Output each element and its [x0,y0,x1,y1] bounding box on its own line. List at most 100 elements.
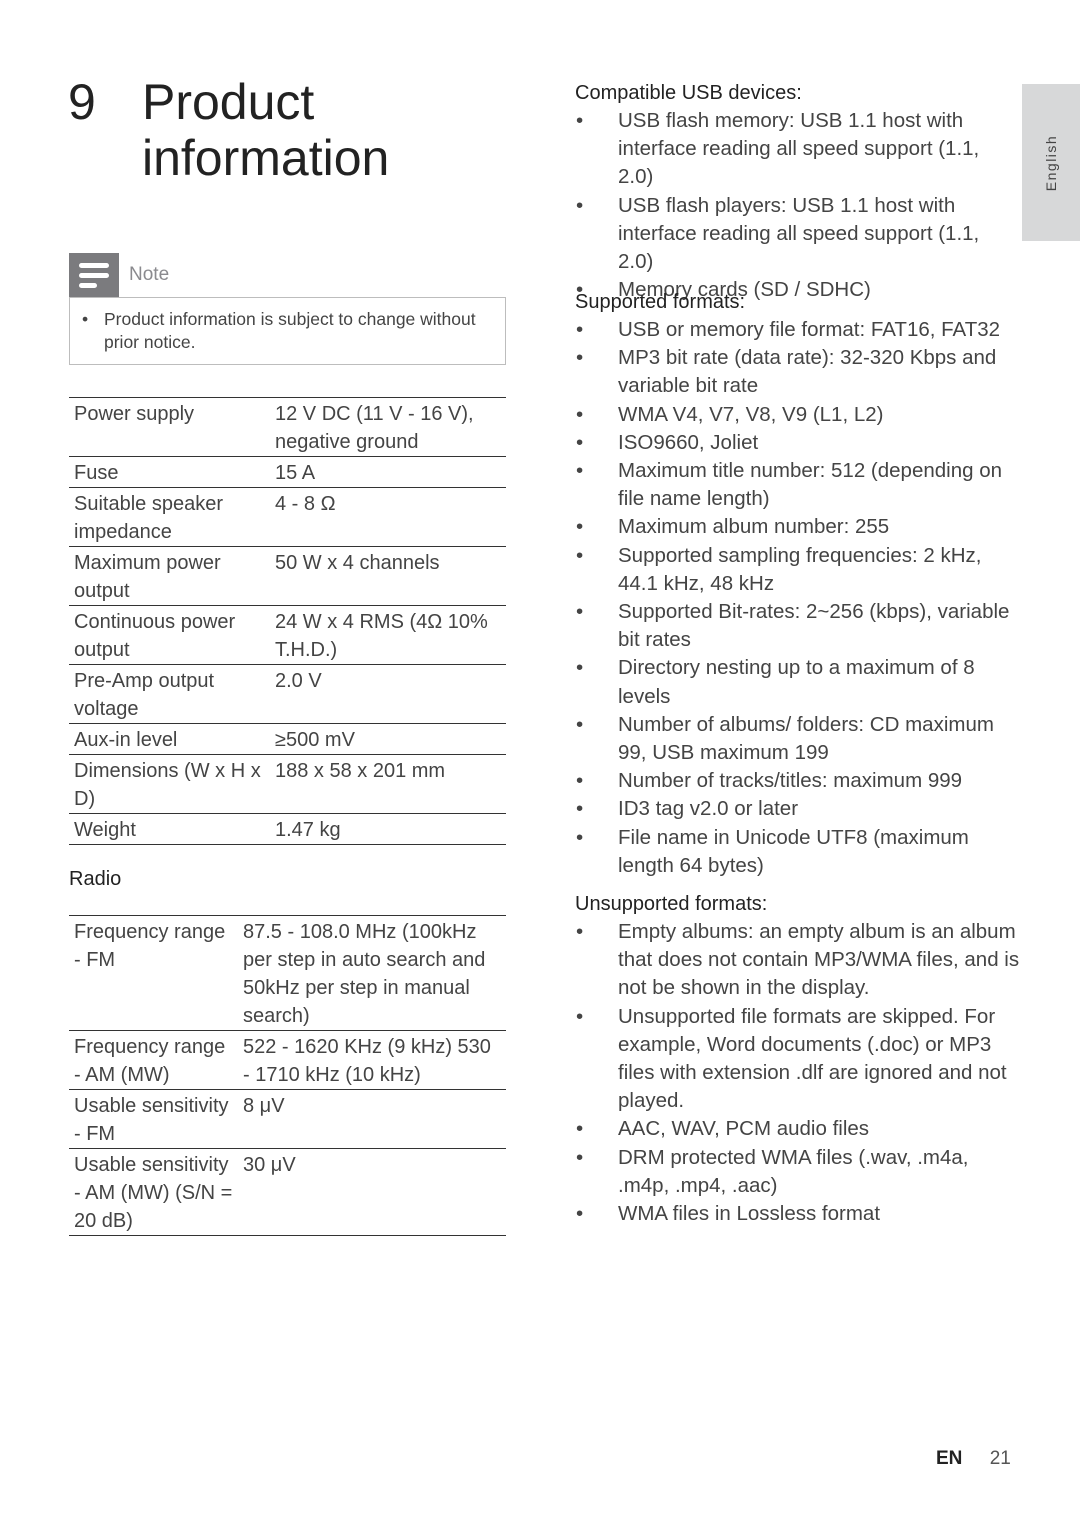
bullet: • [576,920,584,943]
list-item-text: AAC, WAV, PCM audio files [618,1117,870,1141]
note-label: Note [129,264,170,285]
list-item: • WMA files in Lossless format [575,1200,1020,1228]
spec-value: 188 x 58 x 201 mm [270,754,506,814]
list-item-text: Number of tracks/titles: maximum 999 [618,769,963,793]
spec-label: Dimensions (W x H x D) [69,754,270,814]
bullet: • [576,193,584,217]
spec-label: Suitable speaker impedance [69,487,270,547]
list-item: • Supported Bit-rates: 2~256 (kbps), vari… [575,598,1020,654]
table-row: Frequency range - FM 87.5 - 108.0 MHz (10… [69,915,506,1031]
footer-language: EN [936,1448,963,1469]
list-item: • Supported sampling frequencies: 2 kHz, … [575,542,1020,598]
bullet: • [576,1004,584,1028]
note-box: Note • Product information is subject to… [69,253,506,365]
bullet: • [576,402,584,426]
bullet-list: • Empty albums: an empty album is an albu… [575,918,1020,1228]
list-item-text: DRM protected WMA files (.wav, .m4a, .m4… [618,1145,969,1197]
general-spec-table: Power supply 12 V DC (11 V - 16 V), negat… [69,397,506,845]
bullet: • [576,1117,584,1141]
bullet: • [576,600,584,624]
list-item: • WMA V4, V7, V8, V9 (L1, L2) [575,401,1020,429]
list-item: • AAC, WAV, PCM audio files [575,1115,1020,1143]
table-row: Weight 1.47 kg [69,813,506,845]
table-row: Frequency range - AM (MW) 522 - 1620 KHz … [69,1030,506,1090]
list-item: • Number of albums/ folders: CD maximum 9… [575,711,1020,767]
table-row: Power supply 12 V DC (11 V - 16 V), negat… [69,397,506,457]
page-number: 21 [989,1448,1011,1469]
language-tab-label: English [1043,134,1059,191]
table-row: Usable sensitivity - FM 8 μV [69,1089,506,1149]
spec-value: 30 μV [238,1148,506,1236]
table-row: Maximum power output 50 W x 4 channels [69,546,506,606]
list-item-text: Maximum title number: 512 (depending on … [618,459,1003,511]
table-row: Aux-in level ≥500 mV [69,723,506,755]
section-heading: Compatible USB devices: [575,82,802,104]
list-item: • Directory nesting up to a maximum of 8 … [575,654,1020,710]
list-item: • DRM protected WMA files (.wav, .m4a, .m… [575,1144,1020,1200]
spec-value: 8 μV [238,1089,506,1149]
spec-label: Fuse [69,456,270,488]
list-item: • ID3 tag v2.0 or later [575,795,1020,823]
list-item-text: Empty albums: an empty album is an album… [618,920,1020,1000]
list-item: • USB flash memory: USB 1.1 host with int… [575,107,1020,192]
list-item: • Maximum title number: 512 (depending on… [575,457,1020,513]
table-row: Fuse 15 A [69,456,506,488]
spec-value: 1.47 kg [270,813,506,845]
bullet: • [576,515,584,539]
list-item-text: ID3 tag v2.0 or later [618,797,799,821]
spec-label: Frequency range - FM [69,915,238,1031]
list-item-text: Supported Bit-rates: 2~256 (kbps), varia… [618,600,1010,652]
bullet: • [576,825,584,849]
list-item: • File name in Unicode UTF8 (maximum leng… [575,824,1020,880]
spec-label: Pre-Amp output voltage [69,664,270,724]
section-heading: Unsupported formats: [575,893,768,915]
list-item-text: Directory nesting up to a maximum of 8 l… [618,656,975,708]
bullet: • [576,543,584,567]
unsupported-formats-section: Unsupported formats: • Empty albums: an e… [575,890,1020,1228]
spec-label: Usable sensitivity - FM [69,1089,238,1149]
list-item-text: MP3 bit rate (data rate): 32-320 Kbps an… [618,346,997,398]
list-item-text: USB flash players: USB 1.1 host with int… [618,193,980,274]
spec-label: Weight [69,813,270,845]
spec-value: ≥500 mV [270,723,506,755]
bullet: • [576,109,584,132]
bullet: • [576,430,584,454]
list-item: • Unsupported file formats are skipped. F… [575,1003,1020,1116]
supported-formats-section: Supported formats: • USB or memory file f… [575,288,1020,880]
bullet-list: • USB or memory file format: FAT16, FAT32… [575,316,1020,880]
list-item: • USB flash players: USB 1.1 host with in… [575,192,1020,277]
list-item-text: USB or memory file format: FAT16, FAT32 [618,318,1001,341]
bullet: • [576,712,584,736]
page-footer: EN 21 [936,1448,1011,1470]
bullet: • [576,1202,584,1226]
spec-value: 12 V DC (11 V - 16 V), negative ground [270,397,506,457]
bullet-list: • USB flash memory: USB 1.1 host with int… [575,107,1020,304]
table-row: Pre-Amp output voltage 2.0 V [69,664,506,724]
bullet: • [576,769,584,793]
spec-value: 15 A [270,456,506,488]
list-item-text: Maximum album number: 255 [618,515,890,539]
list-item: • Maximum album number: 255 [575,513,1020,541]
bullet: • [576,459,584,483]
list-item-text: Number of albums/ folders: CD maximum 99… [618,712,994,765]
bullet: • [576,346,584,370]
list-item: • MP3 bit rate (data rate): 32-320 Kbps a… [575,344,1020,400]
list-item: • ISO9660, Joliet [575,429,1020,457]
list-item-text: WMA V4, V7, V8, V9 (L1, L2) [618,402,884,426]
language-tab: English [1022,84,1080,241]
spec-value: 4 - 8 Ω [270,487,506,547]
list-item-text: Supported sampling frequencies: 2 kHz, 4… [618,543,982,595]
bullet: • [576,1145,584,1169]
spec-value: 50 W x 4 channels [270,546,506,606]
spec-label: Power supply [69,397,270,457]
list-item-text: WMA files in Lossless format [618,1202,881,1226]
spec-label: Maximum power output [69,546,270,606]
spec-value: 2.0 V [270,664,506,724]
table-row: Continuous power output 24 W x 4 RMS (4Ω … [69,605,506,665]
table-row: Usable sensitivity - AM (MW) (S/N = 20 d… [69,1148,506,1236]
radio-heading: Radio [69,868,122,890]
list-item: • Empty albums: an empty album is an albu… [575,918,1020,1003]
note-item: • Product information is subject to chan… [69,297,506,365]
table-row: Suitable speaker impedance 4 - 8 Ω [69,487,506,547]
list-item: • Number of tracks/titles: maximum 999 [575,767,1020,795]
